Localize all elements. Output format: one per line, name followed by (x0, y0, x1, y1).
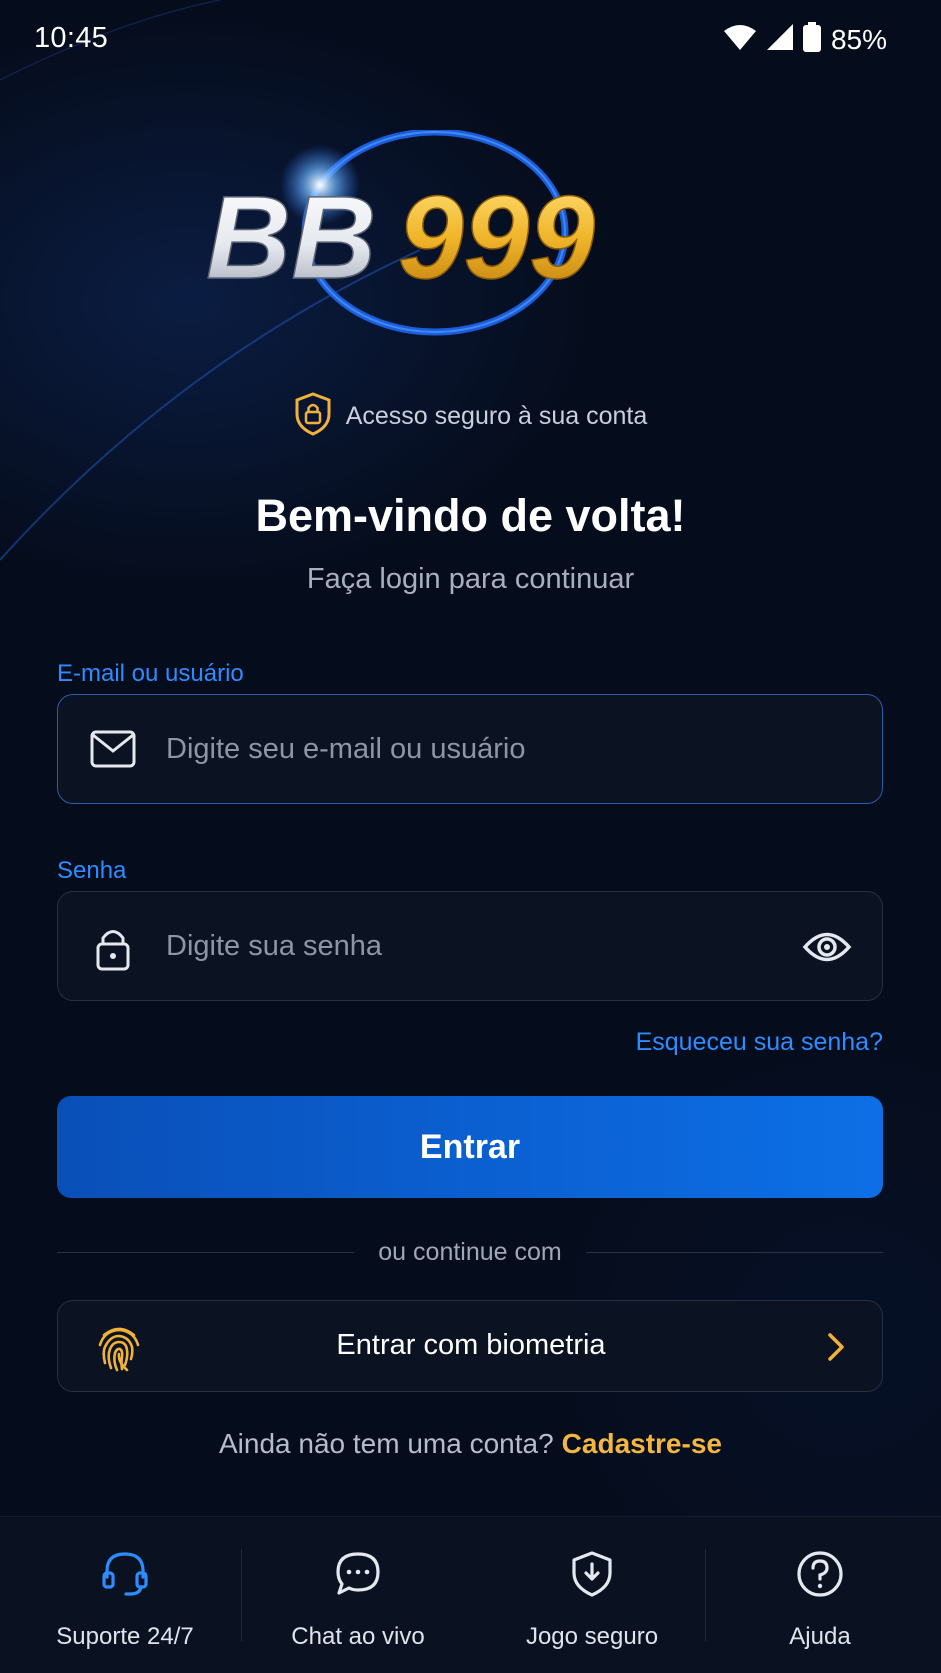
forgot-password-link[interactable]: Esqueceu sua senha? (636, 1028, 883, 1057)
nav-item-live-chat[interactable]: Chat ao vivo (258, 1517, 458, 1673)
nav-label-help: Ajuda (789, 1623, 851, 1650)
nav-label-safe-play: Jogo seguro (525, 1623, 659, 1650)
shield-icon (567, 1549, 617, 1604)
lock-icon (90, 926, 136, 977)
headset-icon (100, 1549, 150, 1604)
password-label: Senha (57, 857, 127, 884)
password-field-container[interactable] (57, 891, 883, 1001)
status-bar: 10:45 85% (0, 0, 941, 82)
divider-text: ou continue com (378, 1238, 562, 1266)
logo-text-white: BB (206, 172, 376, 304)
wifi-icon (723, 23, 757, 56)
email-input[interactable] (166, 695, 766, 803)
chat-bubble-icon (333, 1549, 383, 1604)
divider-line-right (585, 1252, 884, 1253)
login-button[interactable]: Entrar (57, 1096, 883, 1198)
biometric-login-label: Entrar com biometria (336, 1329, 606, 1361)
bottom-navigation: Suporte 24/7 Chat ao vivo Jogo seguro Aj… (0, 1516, 941, 1673)
status-time: 10:45 (34, 22, 109, 54)
email-label: E-mail ou usuário (57, 660, 244, 687)
signup-row: Ainda não tem uma conta? Cadastre-se (0, 1428, 941, 1460)
toggle-password-visibility-icon[interactable] (802, 928, 852, 971)
nav-label-live-chat: Chat ao vivo (291, 1623, 425, 1650)
secure-access-text: Acesso seguro à sua conta (345, 402, 648, 430)
biometric-login-button[interactable]: Entrar com biometria (57, 1300, 883, 1392)
logo-text-gold: 999 (398, 172, 595, 304)
nav-label-support: Suporte 24/7 (56, 1623, 194, 1650)
brand-logo: BB 999 (200, 128, 740, 360)
shield-lock-icon (294, 392, 332, 441)
chevron-right-icon (826, 1331, 846, 1368)
nav-separator (241, 1549, 242, 1641)
nav-item-safe-play[interactable]: Jogo seguro (492, 1517, 692, 1673)
signal-icon (765, 23, 795, 56)
nav-separator (705, 1549, 706, 1641)
signup-link[interactable]: Cadastre-se (562, 1428, 722, 1459)
password-input[interactable] (166, 892, 766, 1000)
divider-line-left (57, 1252, 355, 1253)
or-continue-divider: ou continue com (57, 1238, 884, 1267)
mail-icon (90, 729, 136, 774)
battery-percentage: 85% (830, 23, 887, 55)
signup-question: Ainda não tem uma conta? (219, 1428, 554, 1459)
nav-item-help[interactable]: Ajuda (720, 1517, 920, 1673)
status-icons: 85% (723, 22, 887, 57)
battery-icon (802, 22, 821, 57)
secure-access-row: Acesso seguro à sua conta (0, 392, 941, 441)
nav-item-support[interactable]: Suporte 24/7 (25, 1517, 225, 1673)
page-subtitle: Faça login para continuar (306, 563, 635, 595)
page-title: Bem-vindo de volta! (255, 490, 686, 541)
email-field-container[interactable] (57, 694, 883, 804)
help-icon (795, 1549, 845, 1604)
